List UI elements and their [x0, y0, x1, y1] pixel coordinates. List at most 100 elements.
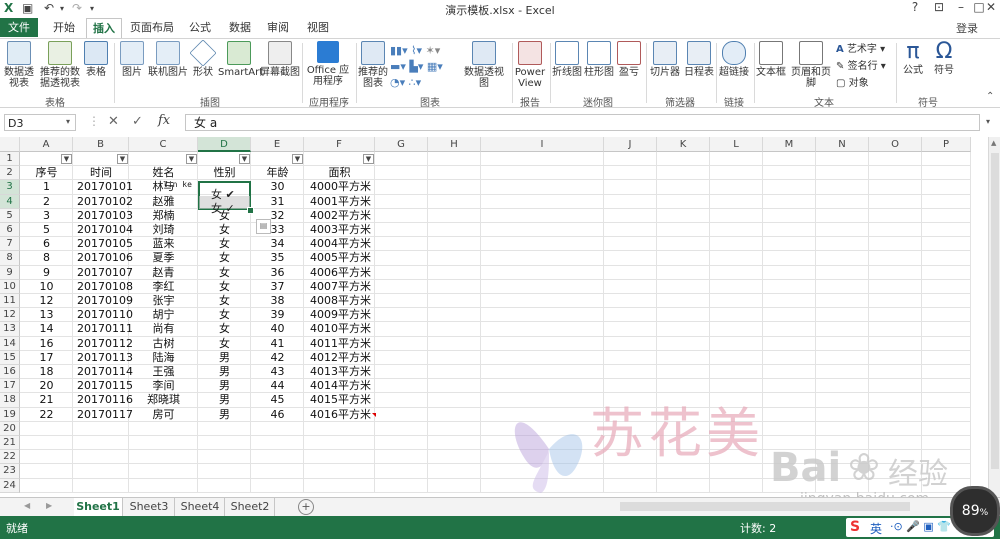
row-header-14[interactable]: 14 — [0, 336, 20, 351]
table-cell[interactable]: 女 — [198, 223, 251, 237]
row-header-15[interactable]: 15 — [0, 350, 20, 365]
table-cell[interactable]: 胡宁 — [129, 308, 198, 322]
cancel-edit-icon[interactable]: ✕ — [108, 114, 119, 129]
table-cell[interactable]: 20170117 — [73, 408, 133, 422]
table-cell[interactable]: 4010平方米 — [304, 322, 375, 336]
next-sheet-icon[interactable]: ▶ — [46, 501, 52, 510]
column-header-j[interactable]: J — [604, 137, 657, 152]
sheet-tab-sheet3[interactable]: Sheet3 — [124, 498, 175, 516]
table-cell[interactable]: 46 — [251, 408, 304, 422]
table-cell[interactable]: 20170113 — [73, 351, 133, 365]
add-sheet-button[interactable]: + — [298, 499, 314, 515]
row-header-22[interactable]: 22 — [0, 450, 20, 465]
table-cell[interactable]: 31 — [251, 195, 304, 209]
scatter-chart-icon[interactable]: ∴▾ — [409, 76, 422, 89]
formula-input[interactable]: 女 a — [185, 114, 980, 131]
sheet-tab-sheet1[interactable]: Sheet1 — [74, 498, 123, 518]
table-cell[interactable]: 张宇 — [129, 294, 198, 308]
table-cell[interactable]: 37 — [251, 280, 304, 294]
select-all-corner[interactable] — [0, 137, 20, 152]
row-header-7[interactable]: 7 — [0, 237, 20, 252]
table-cell[interactable]: 4016平方米 — [304, 408, 375, 422]
recommended-charts-button[interactable]: 推荐的图表 — [358, 41, 388, 89]
table-cell[interactable]: 女 — [198, 337, 251, 351]
table-cell[interactable]: 4007平方米 — [304, 280, 375, 294]
table-cell[interactable]: 女 — [198, 280, 251, 294]
row-header-3[interactable]: 3 — [0, 180, 20, 195]
star-chart-icon[interactable]: ✶▾ — [426, 44, 441, 57]
table-cell[interactable]: 男 — [198, 351, 251, 365]
table-cell[interactable]: 20170103 — [73, 209, 133, 223]
table-cell[interactable]: 9 — [20, 266, 73, 280]
chart-type-buttons[interactable]: ▮▮▾ ⌇▾ ✶▾ ▬▾ ▙▾ ▦▾ ◔▾ ∴▾ — [390, 43, 460, 91]
table-cell[interactable]: 4014平方米 — [304, 379, 375, 393]
table-cell[interactable]: 18 — [20, 365, 73, 379]
sheet-tab-sheet2[interactable]: Sheet2 — [226, 498, 275, 516]
column-header-e[interactable]: E — [251, 137, 304, 152]
wordart-button[interactable]: A 艺术字 ▾ — [836, 41, 896, 58]
column-chart-icon[interactable]: ▮▮▾ — [390, 44, 408, 57]
ime-icons[interactable]: ·⊙ 🎤 ▣ 👕 — [890, 520, 951, 533]
column-header-p[interactable]: P — [922, 137, 971, 152]
tab-view[interactable]: 视图 — [300, 18, 336, 37]
tab-home[interactable]: 开始 — [44, 18, 84, 37]
table-cell[interactable]: 20170109 — [73, 294, 133, 308]
help-button[interactable]: ? — [904, 0, 926, 16]
column-header-b[interactable]: B — [73, 137, 129, 152]
table-cell[interactable]: 男 — [198, 393, 251, 407]
row-header-11[interactable]: 11 — [0, 294, 20, 309]
column-header-h[interactable]: H — [428, 137, 481, 152]
formula-bar-resize-icon[interactable]: ⋮ — [88, 114, 100, 128]
bar-chart-icon[interactable]: ▬▾ — [390, 60, 406, 73]
table-cell[interactable]: 13 — [20, 308, 73, 322]
table-cell[interactable]: 女 — [198, 251, 251, 265]
table-cell[interactable]: 20 — [20, 379, 73, 393]
row-header-12[interactable]: 12 — [0, 308, 20, 323]
table-cell[interactable]: 20170111 — [73, 322, 133, 336]
column-header-g[interactable]: G — [375, 137, 428, 152]
table-cell[interactable]: 4008平方米 — [304, 294, 375, 308]
table-cell[interactable]: 男 — [198, 408, 251, 422]
tab-file[interactable]: 文件 — [0, 18, 38, 37]
fill-handle[interactable] — [247, 207, 254, 214]
row-header-10[interactable]: 10 — [0, 279, 20, 294]
prev-sheet-icon[interactable]: ◀ — [24, 501, 30, 510]
table-cell[interactable]: 40 — [251, 322, 304, 336]
insert-function-icon[interactable]: fx — [158, 113, 170, 128]
column-header-o[interactable]: O — [869, 137, 922, 152]
table-cell[interactable]: 女 — [198, 294, 251, 308]
table-cell[interactable]: 39 — [251, 308, 304, 322]
sparkline-winloss-button[interactable]: 盈亏 — [616, 41, 642, 78]
pictures-button[interactable]: 图片 — [118, 41, 146, 78]
pivot-chart-button[interactable]: 数据透视图 — [460, 41, 508, 89]
table-cell[interactable]: 5 — [20, 223, 73, 237]
column-header-a[interactable]: A — [20, 137, 73, 152]
column-header-i[interactable]: I — [481, 137, 604, 152]
collapse-ribbon-icon[interactable]: ⌃ — [986, 91, 994, 102]
table-cell[interactable]: 陆海 — [129, 351, 198, 365]
table-cell[interactable]: 20170108 — [73, 280, 133, 294]
table-cell[interactable]: 4006平方米 — [304, 266, 375, 280]
filter-dropdown-icon[interactable]: ▼ — [117, 154, 128, 164]
table-cell[interactable]: 14 — [20, 322, 73, 336]
table-cell[interactable]: 尚有 — [129, 322, 198, 336]
horizontal-scrollbar[interactable] — [620, 502, 910, 511]
tab-data[interactable]: 数据 — [222, 18, 258, 37]
table-cell[interactable]: 4000平方米 — [304, 180, 375, 194]
scroll-up-icon[interactable]: ▲ — [991, 139, 996, 147]
table-cell[interactable]: 4004平方米 — [304, 237, 375, 251]
equation-button[interactable]: π 公式 — [898, 39, 928, 76]
table-cell[interactable]: 20170107 — [73, 266, 133, 280]
row-header-24[interactable]: 24 — [0, 478, 20, 493]
tab-insert[interactable]: 插入 — [86, 18, 122, 39]
filter-dropdown-icon[interactable]: ▼ — [186, 154, 197, 164]
zoom-gauge[interactable]: 89% — [950, 486, 1000, 536]
filter-dropdown-icon[interactable]: ▼ — [239, 154, 250, 164]
row-header-4[interactable]: 4 — [0, 194, 20, 209]
table-cell[interactable]: 3 — [20, 209, 73, 223]
ribbon-display-options-button[interactable]: ⊡ — [928, 0, 950, 16]
table-cell[interactable]: 4009平方米 — [304, 308, 375, 322]
expand-formula-bar-icon[interactable]: ▾ — [986, 117, 990, 126]
symbol-button[interactable]: Ω 符号 — [930, 39, 958, 76]
table-cell[interactable]: 4002平方米 — [304, 209, 375, 223]
